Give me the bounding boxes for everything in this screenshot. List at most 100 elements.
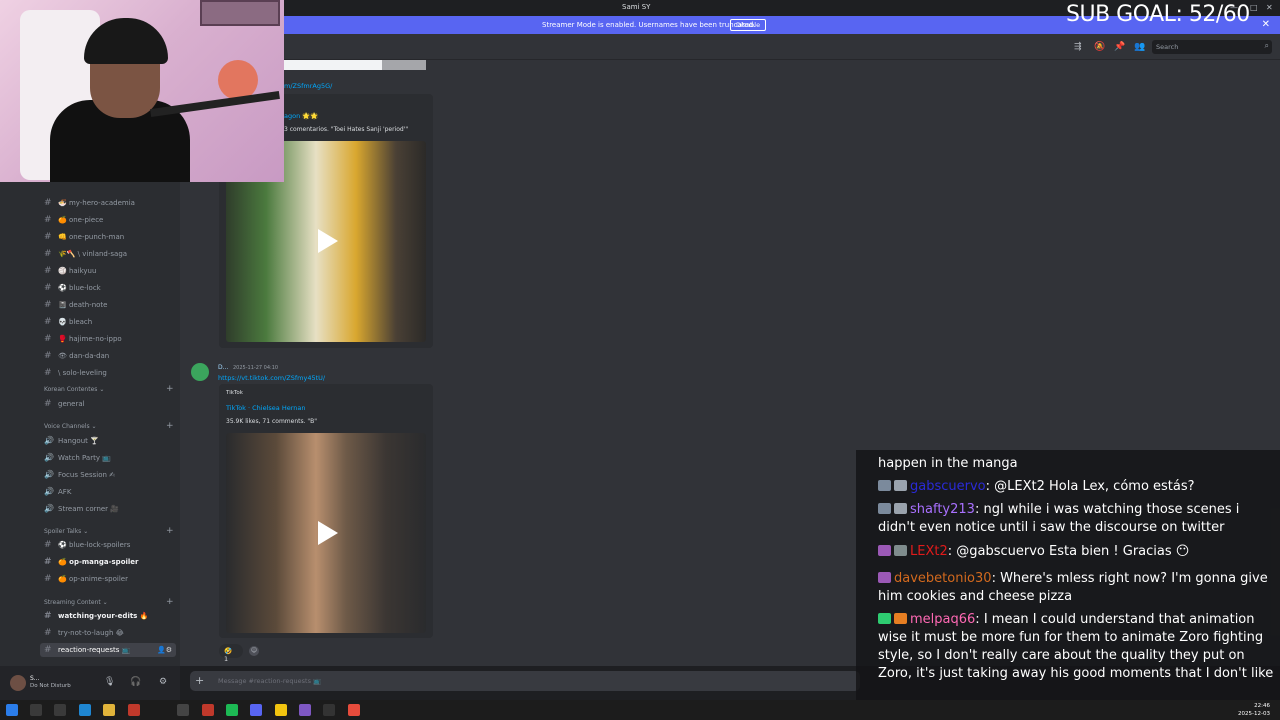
channel-label: 🏐 haikyuu <box>58 267 97 275</box>
reaction-button[interactable]: 🤣 1 <box>219 644 243 663</box>
category-korean[interactable]: Korean Contentes ⌄ + <box>44 384 174 394</box>
app-icon[interactable] <box>275 704 287 716</box>
channel-general[interactable]: # general <box>44 397 85 411</box>
channel-blue-lock-spoilers[interactable]: # ⚽ blue-lock-spoilers <box>44 538 130 552</box>
chat-message: gabscuervo: @LEXt2 Hola Lex, cómo estás? <box>878 478 1274 496</box>
channel-settings-icon[interactable]: 👤⚙ <box>157 646 172 654</box>
app-icon[interactable] <box>299 704 311 716</box>
channel-watching-your-edits[interactable]: # watching-your-edits 🔥 <box>44 609 149 623</box>
channel-try-not-to-laugh[interactable]: # try-not-to-laugh 😂 <box>44 626 124 640</box>
members-icon[interactable]: 👥 <box>1134 42 1145 52</box>
embed1-description: 3 comentarios. "Toei Hates Sanji 'period… <box>284 126 409 133</box>
disable-streamer-mode-button[interactable]: Disable <box>730 19 767 31</box>
add-reaction-icon[interactable]: ☺ <box>249 646 259 656</box>
voice-channel-stream-corner[interactable]: 🔊 Stream corner 🎥 <box>44 504 119 513</box>
embed2-title[interactable]: TikTok · Chielsea Hernan <box>226 404 306 412</box>
channel-label: 💀 bleach <box>58 318 93 326</box>
user-status: Do Not Disturb <box>30 683 71 689</box>
chrome-icon[interactable] <box>202 704 214 716</box>
search-input[interactable]: Search ⌕ <box>1152 40 1272 54</box>
os-taskbar: 22:46 2025-12-03 <box>0 700 1280 720</box>
voice-channel-watch-party[interactable]: 🔊 Watch Party 📺 <box>44 453 111 462</box>
edge-icon[interactable] <box>79 704 91 716</box>
pin-icon[interactable]: 📌 <box>1114 42 1125 52</box>
channel-op-anime-spoiler[interactable]: # 🍊 op-anime-spoiler <box>44 572 128 586</box>
sidebar-channel[interactable]: # 💀 bleach <box>44 315 92 329</box>
embed2-description: 35.9K likes, 71 comments. "B" <box>226 418 318 425</box>
message-input[interactable]: + Message #reaction-requests 📺 <box>190 671 860 691</box>
app-icon[interactable] <box>177 704 189 716</box>
file-explorer-icon[interactable] <box>103 704 115 716</box>
hash-icon: # <box>44 368 52 378</box>
hash-icon: # <box>44 198 52 208</box>
threads-icon[interactable]: ⇶ <box>1074 42 1082 52</box>
embed1-title[interactable]: agon 🌟🌟 <box>284 112 318 120</box>
category-streaming[interactable]: Streaming Content ⌄ + <box>44 597 174 607</box>
sidebar-channel[interactable]: # 🍜 my-hero-academia <box>44 196 135 210</box>
voice-channel-hangout[interactable]: 🔊 Hangout 🍸 <box>44 436 99 445</box>
channel-op-manga-spoiler[interactable]: # 🍊 op-manga-spoiler <box>44 555 139 569</box>
channel-label: 📓 death-note <box>58 301 108 309</box>
message-link-top[interactable]: m/ZSfmrAg5G/ <box>284 82 332 90</box>
sidebar-channel[interactable]: # 🥊 hajime-no-ippo <box>44 332 122 346</box>
message-author[interactable]: D... <box>218 364 228 371</box>
webcam-microphone-arm <box>150 90 280 118</box>
close-banner-icon[interactable]: ✕ <box>1262 19 1270 30</box>
badge-icon <box>894 480 907 491</box>
close-window-button[interactable]: ✕ <box>1266 3 1273 12</box>
avatar[interactable] <box>191 363 209 381</box>
add-channel-icon[interactable]: + <box>166 384 174 394</box>
headphones-icon[interactable]: 🎧 <box>130 677 141 687</box>
category-voice[interactable]: Voice Channels ⌄ + <box>44 421 174 431</box>
embed-image-top-part <box>382 60 426 70</box>
play-icon[interactable] <box>318 229 338 253</box>
sidebar-channel[interactable]: # 👊 one-punch-man <box>44 230 124 244</box>
discord-icon[interactable] <box>250 704 262 716</box>
message-link[interactable]: https://vt.tiktok.com/ZSfmy45tU/ <box>218 374 325 382</box>
sidebar-channel[interactable]: # 📓 death-note <box>44 298 107 312</box>
avatar[interactable] <box>10 675 26 691</box>
add-channel-icon[interactable]: + <box>166 421 174 431</box>
sidebar-channel[interactable]: # ⚽ blue-lock <box>44 281 101 295</box>
search-placeholder: Search <box>1156 43 1179 51</box>
start-icon[interactable] <box>6 704 18 716</box>
system-clock[interactable]: 22:46 2025-12-03 <box>1238 702 1270 718</box>
channel-label: 👊 one-punch-man <box>58 233 125 241</box>
window-title: Sami SY <box>622 3 651 11</box>
sidebar-channel[interactable]: # 🏐 haikyuu <box>44 264 96 278</box>
spotify-icon[interactable] <box>226 704 238 716</box>
sidebar-channel[interactable]: # 🌾🪓 \ vinland-saga <box>44 247 127 261</box>
badge-icon <box>894 503 907 514</box>
play-icon[interactable] <box>318 521 338 545</box>
webcam-overlay <box>0 0 284 182</box>
microphone-icon[interactable]: 🎙 <box>104 677 115 687</box>
app-icon[interactable] <box>348 704 360 716</box>
badge-icon <box>878 613 891 624</box>
voice-channel-afk[interactable]: 🔊 AFK <box>44 487 71 496</box>
attach-plus-icon[interactable]: + <box>195 674 204 687</box>
badge-icon <box>894 613 907 624</box>
sidebar-channel[interactable]: # 👁 dan-da-dan <box>44 349 109 363</box>
add-channel-icon[interactable]: + <box>166 526 174 536</box>
mute-icon[interactable]: 🔕 <box>1094 42 1105 52</box>
category-spoiler[interactable]: Spoiler Talks ⌄ + <box>44 526 174 536</box>
badge-icon <box>878 503 891 514</box>
channel-label: ⚽ blue-lock <box>58 284 101 292</box>
message-input-placeholder: Message #reaction-requests 📺 <box>218 677 322 685</box>
gear-icon[interactable]: ⚙ <box>159 677 167 687</box>
app-icon[interactable] <box>323 704 335 716</box>
sidebar-channel[interactable]: # 🍊 one-piece <box>44 213 103 227</box>
hash-icon: # <box>44 283 52 293</box>
add-channel-icon[interactable]: + <box>166 597 174 607</box>
maximize-button[interactable]: □ <box>1250 3 1258 12</box>
sidebar-channel[interactable]: # \ solo-leveling <box>44 366 107 380</box>
channel-reaction-requests[interactable]: # reaction-requests 📺 👤⚙ <box>40 643 176 657</box>
hash-icon: # <box>44 574 52 584</box>
embed2-video-thumbnail[interactable] <box>226 433 426 633</box>
obs-icon[interactable] <box>128 704 140 716</box>
channel-label: 🥊 hajime-no-ippo <box>58 335 122 343</box>
search-icon[interactable] <box>30 704 42 716</box>
voice-channel-focus-session[interactable]: 🔊 Focus Session ✍ <box>44 470 115 479</box>
task-view-icon[interactable] <box>54 704 66 716</box>
streamer-mode-message: Streamer Mode is enabled. Usernames have… <box>542 21 756 29</box>
